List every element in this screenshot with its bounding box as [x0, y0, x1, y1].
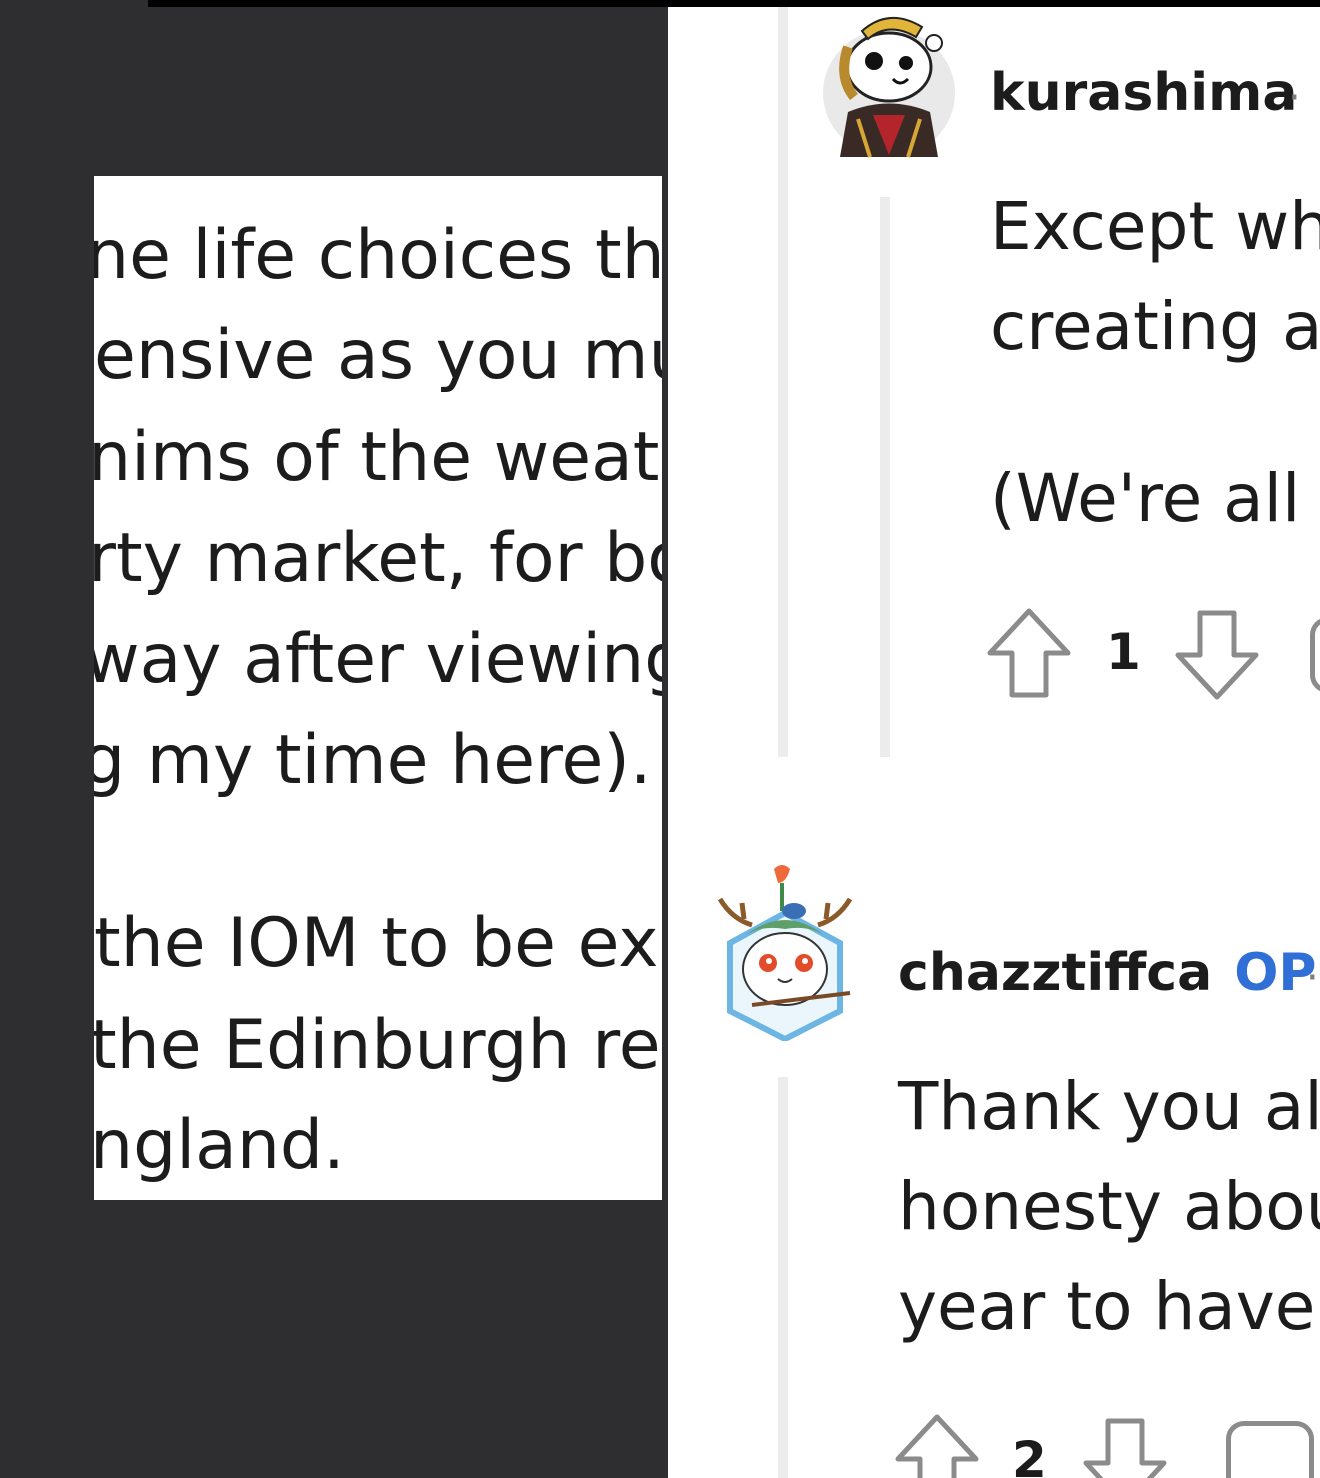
username-text[interactable]: chazztiffca	[898, 943, 1212, 1003]
comment-body-line: creating a	[990, 288, 1320, 365]
vote-count: 1	[1106, 623, 1141, 681]
post-body-line: nims of the weathe	[94, 418, 662, 497]
reply-icon[interactable]	[1310, 617, 1320, 693]
comment-body-line: Thank you all	[898, 1068, 1320, 1145]
snoo-avatar-knight-icon[interactable]	[818, 7, 960, 159]
upvote-icon[interactable]	[892, 1411, 982, 1478]
op-badge: OP	[1234, 943, 1317, 1003]
post-body-line: ne life choices that	[94, 216, 662, 295]
reply-icon[interactable]	[1226, 1421, 1314, 1478]
comment-body-line: honesty abou	[898, 1168, 1320, 1245]
post-body-line: the Edinburgh reg	[94, 1006, 662, 1085]
post-body-line: ngland.	[94, 1106, 345, 1185]
post-body-line: g my time here).	[94, 721, 652, 800]
post-body-line: the IOM to be exp	[94, 904, 662, 983]
downvote-icon[interactable]	[1172, 607, 1262, 703]
upvote-icon[interactable]	[984, 605, 1074, 701]
post-body-line: rty market, for bot	[94, 519, 662, 598]
post-body-line: way after viewing y	[94, 620, 662, 699]
top-bar	[148, 0, 1320, 7]
thread-guide-line[interactable]	[778, 1077, 788, 1478]
comment-thread-panel: kurashima · Except whe creating a (We're…	[668, 7, 1320, 1478]
post-body-panel: ne life choices that ensive as you mus n…	[94, 176, 662, 1200]
comment-body-line: year to have a	[898, 1268, 1320, 1345]
post-body-line: ensive as you mus	[94, 316, 662, 395]
vote-count: 2	[1012, 1431, 1047, 1478]
snoo-avatar-deer-cat-icon[interactable]	[712, 859, 858, 1041]
thread-guide-line[interactable]	[880, 197, 890, 757]
comment-body-line: (We're all w	[990, 460, 1320, 537]
thread-guide-line[interactable]	[778, 7, 788, 757]
comment-body-line: Except whe	[990, 188, 1320, 265]
meta-separator: ·	[1288, 75, 1301, 121]
comment-username[interactable]: kurashima	[990, 63, 1297, 123]
downvote-icon[interactable]	[1080, 1415, 1170, 1478]
comment-username[interactable]: chazztiffca OP	[898, 943, 1317, 1003]
meta-separator: ·	[1306, 955, 1319, 1001]
